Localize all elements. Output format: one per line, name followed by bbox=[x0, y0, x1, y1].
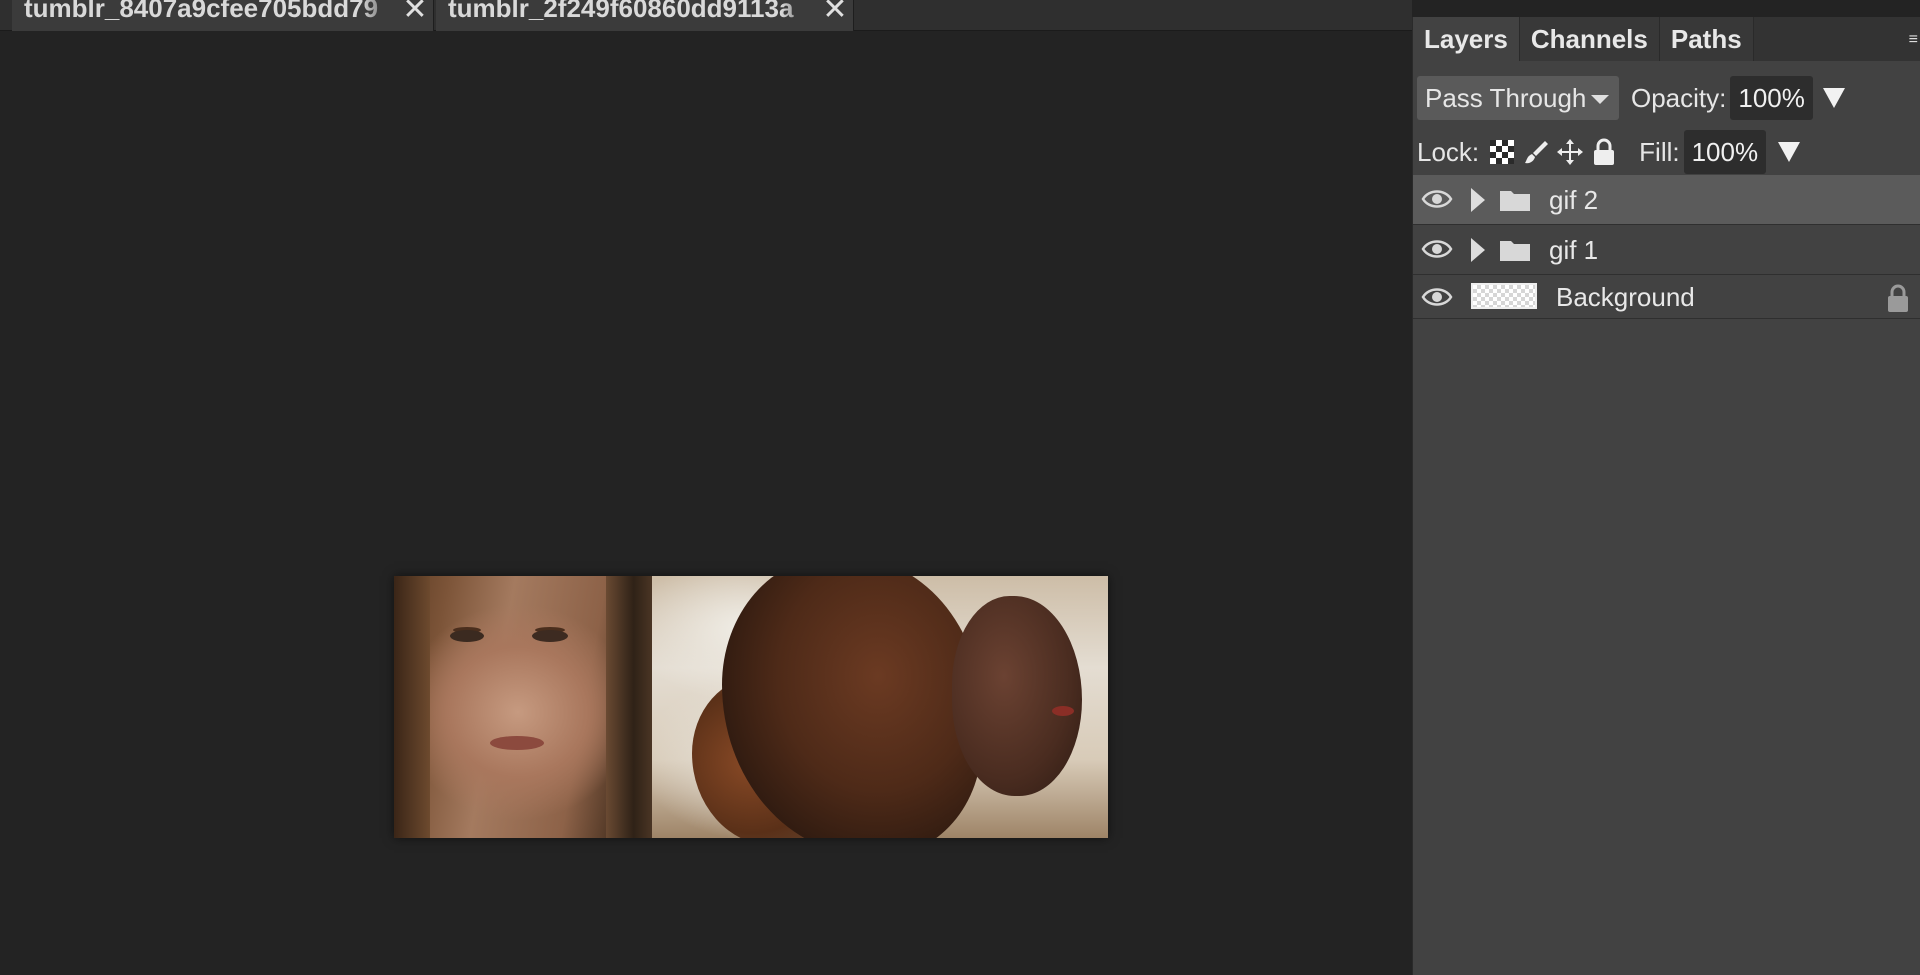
expand-arrow-icon[interactable] bbox=[1471, 238, 1485, 262]
blend-mode-select[interactable]: Pass Through bbox=[1417, 76, 1619, 120]
opacity-label: Opacity: bbox=[1631, 82, 1727, 113]
tab-layers[interactable]: Layers bbox=[1413, 17, 1520, 61]
layer-row-gif-2[interactable]: gif 2 bbox=[1413, 175, 1920, 225]
layer-lock-icon[interactable] bbox=[1885, 283, 1911, 318]
document-tab-1[interactable]: tumblr_8407a9cfee705bdd79 ✕ bbox=[12, 0, 434, 31]
layers-list: gif 2 gif 1 Background bbox=[1413, 175, 1920, 319]
layer-name: gif 1 bbox=[1549, 235, 1599, 265]
visibility-eye-icon[interactable] bbox=[1421, 187, 1453, 216]
fill-dropdown-icon[interactable] bbox=[1778, 142, 1801, 162]
close-tab-icon[interactable]: ✕ bbox=[397, 0, 433, 25]
layer-name: Background bbox=[1556, 282, 1695, 312]
visibility-eye-icon[interactable] bbox=[1421, 237, 1453, 266]
document-tab-title: tumblr_2f249f60860dd9113a bbox=[436, 0, 817, 24]
expand-arrow-icon[interactable] bbox=[1471, 188, 1485, 212]
chevron-down-icon bbox=[1591, 95, 1609, 104]
panel-menu-icon[interactable]: ≡ bbox=[1909, 31, 1918, 49]
layer-row-background[interactable]: Background bbox=[1413, 275, 1920, 319]
layer-name: gif 2 bbox=[1549, 185, 1599, 215]
close-tab-icon[interactable]: ✕ bbox=[817, 0, 853, 25]
panel-tab-bar: Layers Channels Paths ≡ bbox=[1413, 17, 1920, 61]
photo-editor-app: tumblr_8407a9cfee705bdd79 ✕ tumblr_2f249… bbox=[0, 0, 1920, 975]
layer-thumbnail bbox=[1471, 283, 1537, 309]
lock-paint-icon[interactable] bbox=[1521, 137, 1551, 167]
layer-row-gif-1[interactable]: gif 1 bbox=[1413, 225, 1920, 275]
lock-all-icon[interactable] bbox=[1589, 137, 1619, 167]
blend-mode-value: Pass Through bbox=[1425, 83, 1587, 113]
opacity-dropdown-icon[interactable] bbox=[1822, 88, 1845, 108]
lock-label: Lock: bbox=[1417, 136, 1480, 167]
tab-channels[interactable]: Channels bbox=[1519, 17, 1660, 61]
photo-woman-profile bbox=[652, 576, 1108, 838]
canvas-area[interactable] bbox=[0, 32, 1410, 975]
tab-paths[interactable]: Paths bbox=[1659, 17, 1754, 61]
document-tab-strip: tumblr_8407a9cfee705bdd79 ✕ tumblr_2f249… bbox=[0, 0, 1412, 31]
blend-opacity-row: Pass Through Opacity: 100% bbox=[1413, 71, 1920, 125]
document-canvas[interactable] bbox=[394, 576, 1108, 838]
layers-panel: Layers Channels Paths ≡ Pass Through Opa… bbox=[1412, 17, 1920, 975]
visibility-eye-icon[interactable] bbox=[1421, 285, 1453, 314]
folder-icon bbox=[1499, 238, 1531, 267]
folder-icon bbox=[1499, 188, 1531, 217]
fill-input[interactable]: 100% bbox=[1683, 130, 1767, 174]
fill-label: Fill: bbox=[1639, 136, 1680, 167]
lock-transparent-icon[interactable] bbox=[1487, 137, 1517, 167]
opacity-input[interactable]: 100% bbox=[1730, 76, 1813, 120]
lock-fill-row: Lock: Fill: 100% bbox=[1413, 125, 1920, 179]
document-tab-2[interactable]: tumblr_2f249f60860dd9113a ✕ bbox=[436, 0, 854, 31]
photo-woman-face bbox=[394, 576, 652, 838]
document-tab-title: tumblr_8407a9cfee705bdd79 bbox=[12, 0, 397, 24]
lock-move-icon[interactable] bbox=[1555, 137, 1585, 167]
